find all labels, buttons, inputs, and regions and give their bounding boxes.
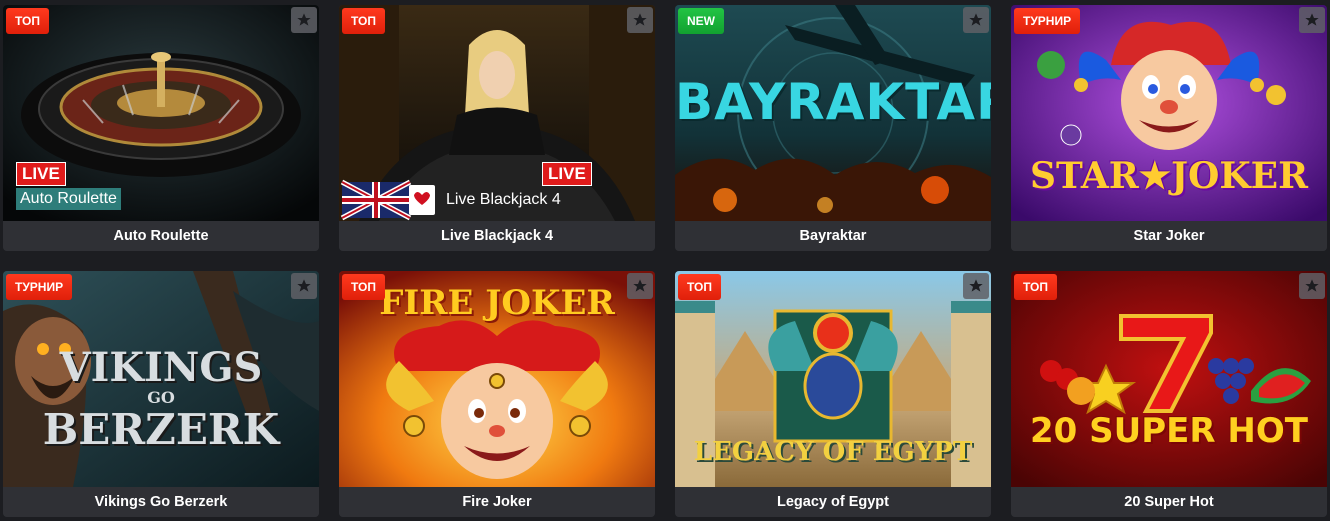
game-card-live-blackjack-4[interactable]: LIVE Live Blackjack 4 ТОП Live Blackjack… xyxy=(339,5,655,251)
badge-top: ТОП xyxy=(342,274,385,300)
thumb-logo: STAR★JOKER xyxy=(1030,155,1308,197)
game-thumbnail[interactable]: LIVE Auto Roulette xyxy=(3,5,319,221)
star-icon xyxy=(969,279,983,292)
game-card-20-super-hot[interactable]: 20 SUPER HOT ТОП 20 Super Hot xyxy=(1011,271,1327,517)
game-title[interactable]: Fire Joker xyxy=(339,487,655,517)
game-card-fire-joker[interactable]: FIRE JOKER ТОП Fire Joker xyxy=(339,271,655,517)
super-hot-artwork xyxy=(1011,271,1327,487)
thumb-game-label: Auto Roulette xyxy=(16,188,121,210)
thumb-logo: 20 SUPER HOT xyxy=(1030,411,1308,451)
game-thumbnail[interactable]: 20 SUPER HOT xyxy=(1011,271,1327,487)
thumb-logo-line-3: BERZERK xyxy=(42,405,280,454)
star-icon xyxy=(633,279,647,292)
favorite-button[interactable] xyxy=(963,7,989,33)
thumb-game-label: Live Blackjack 4 xyxy=(446,191,561,208)
thumb-logo: LEGACY OF EGYPT xyxy=(693,437,973,467)
star-icon xyxy=(633,13,647,26)
game-card-auto-roulette[interactable]: LIVE Auto Roulette ТОП Auto Roulette xyxy=(3,5,319,251)
badge-top: ТОП xyxy=(6,8,49,34)
live-tag: LIVE xyxy=(542,162,592,186)
star-icon xyxy=(297,279,311,292)
favorite-button[interactable] xyxy=(1299,7,1325,33)
badge-tournament: ТУРНИР xyxy=(1014,8,1081,34)
game-title[interactable]: Star Joker xyxy=(1011,221,1327,251)
favorite-button[interactable] xyxy=(627,7,653,33)
badge-top: ТОП xyxy=(1014,274,1057,300)
game-title[interactable]: Auto Roulette xyxy=(3,221,319,251)
thumb-logo: BAYRAKTAR xyxy=(675,73,991,131)
game-title[interactable]: Vikings Go Berzerk xyxy=(3,487,319,517)
star-icon xyxy=(969,13,983,26)
blackjack-artwork xyxy=(339,5,655,221)
thumb-logo-line-1: VIKINGS xyxy=(59,344,263,391)
game-card-vikings-go-berzerk[interactable]: VIKINGS GO BERZERK ТУРНИР Vikings Go Ber… xyxy=(3,271,319,517)
game-title[interactable]: Live Blackjack 4 xyxy=(339,221,655,251)
star-icon xyxy=(1305,279,1319,292)
game-card-legacy-of-egypt[interactable]: LEGACY OF EGYPT ТОП Legacy of Egypt xyxy=(675,271,991,517)
favorite-button[interactable] xyxy=(963,273,989,299)
game-title[interactable]: 20 Super Hot xyxy=(1011,487,1327,517)
game-card-star-joker[interactable]: STAR★JOKER ТУРНИР Star Joker xyxy=(1011,5,1327,251)
game-thumbnail[interactable]: VIKINGS GO BERZERK xyxy=(3,271,319,487)
game-thumbnail[interactable]: LEGACY OF EGYPT xyxy=(675,271,991,487)
games-grid: LIVE Auto Roulette ТОП Auto Roulette LIV… xyxy=(0,0,1330,521)
game-thumbnail[interactable]: STAR★JOKER xyxy=(1011,5,1327,221)
badge-new: NEW xyxy=(678,8,724,34)
game-thumbnail[interactable]: LIVE Live Blackjack 4 xyxy=(339,5,655,221)
game-title[interactable]: Legacy of Egypt xyxy=(675,487,991,517)
game-thumbnail[interactable]: BAYRAKTAR xyxy=(675,5,991,221)
favorite-button[interactable] xyxy=(291,7,317,33)
badge-tournament: ТУРНИР xyxy=(6,274,73,300)
favorite-button[interactable] xyxy=(291,273,317,299)
star-icon xyxy=(1305,13,1319,26)
thumb-logo: FIRE JOKER xyxy=(379,283,615,323)
game-thumbnail[interactable]: FIRE JOKER xyxy=(339,271,655,487)
favorite-button[interactable] xyxy=(1299,273,1325,299)
badge-top: ТОП xyxy=(678,274,721,300)
game-card-bayraktar[interactable]: BAYRAKTAR NEW Bayraktar xyxy=(675,5,991,251)
star-icon xyxy=(297,13,311,26)
game-title[interactable]: Bayraktar xyxy=(675,221,991,251)
badge-top: ТОП xyxy=(342,8,385,34)
live-tag: LIVE xyxy=(16,162,66,186)
favorite-button[interactable] xyxy=(627,273,653,299)
